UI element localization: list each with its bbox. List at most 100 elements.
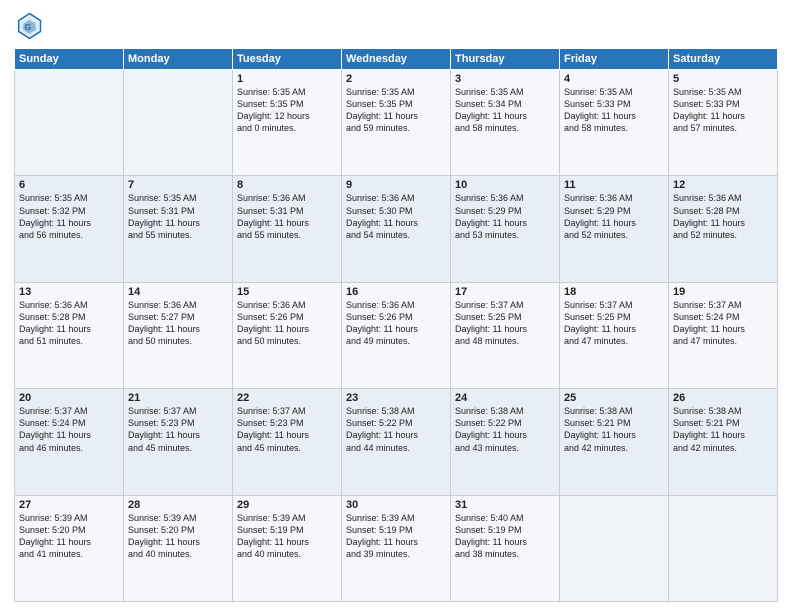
page: G SundayMondayTuesdayWednesdayThursdayFr… — [0, 0, 792, 612]
day-number: 3 — [455, 73, 555, 85]
day-number: 9 — [346, 179, 446, 191]
day-number: 31 — [455, 499, 555, 511]
day-number: 17 — [455, 286, 555, 298]
day-number: 18 — [564, 286, 664, 298]
day-number: 26 — [673, 392, 773, 404]
week-row-4: 20Sunrise: 5:37 AMSunset: 5:24 PMDayligh… — [15, 389, 778, 495]
calendar-cell: 8Sunrise: 5:36 AMSunset: 5:31 PMDaylight… — [233, 176, 342, 282]
calendar-cell: 4Sunrise: 5:35 AMSunset: 5:33 PMDaylight… — [560, 70, 669, 176]
calendar-cell: 21Sunrise: 5:37 AMSunset: 5:23 PMDayligh… — [124, 389, 233, 495]
cell-text: Sunrise: 5:39 AMSunset: 5:20 PMDaylight:… — [128, 512, 228, 561]
week-row-1: 1 Sunrise: 5:35 AMSunset: 5:35 PMDaylight… — [15, 70, 778, 176]
cell-text: Sunrise: 5:38 AMSunset: 5:22 PMDaylight:… — [346, 405, 446, 454]
cell-text: Sunrise: 5:38 AMSunset: 5:21 PMDaylight:… — [564, 405, 664, 454]
calendar-cell: 7Sunrise: 5:35 AMSunset: 5:31 PMDaylight… — [124, 176, 233, 282]
cell-text: Sunrise: 5:37 AMSunset: 5:25 PMDaylight:… — [455, 299, 555, 348]
calendar-cell: 18Sunrise: 5:37 AMSunset: 5:25 PMDayligh… — [560, 282, 669, 388]
logo: G — [14, 12, 46, 40]
day-number: 16 — [346, 286, 446, 298]
calendar-cell: 17Sunrise: 5:37 AMSunset: 5:25 PMDayligh… — [451, 282, 560, 388]
week-row-5: 27Sunrise: 5:39 AMSunset: 5:20 PMDayligh… — [15, 495, 778, 601]
header-day-saturday: Saturday — [669, 49, 778, 70]
cell-text: Sunrise: 5:37 AMSunset: 5:23 PMDaylight:… — [237, 405, 337, 454]
calendar-cell: 1Sunrise: 5:35 AMSunset: 5:35 PMDaylight… — [233, 70, 342, 176]
calendar-cell: 3Sunrise: 5:35 AMSunset: 5:34 PMDaylight… — [451, 70, 560, 176]
calendar-cell: 2Sunrise: 5:35 AMSunset: 5:35 PMDaylight… — [342, 70, 451, 176]
cell-text: Sunrise: 5:36 AMSunset: 5:31 PMDaylight:… — [237, 192, 337, 241]
week-row-3: 13Sunrise: 5:36 AMSunset: 5:28 PMDayligh… — [15, 282, 778, 388]
day-number: 30 — [346, 499, 446, 511]
calendar-cell: 9Sunrise: 5:36 AMSunset: 5:30 PMDaylight… — [342, 176, 451, 282]
day-number: 7 — [128, 179, 228, 191]
cell-text: Sunrise: 5:36 AMSunset: 5:27 PMDaylight:… — [128, 299, 228, 348]
calendar-cell: 23Sunrise: 5:38 AMSunset: 5:22 PMDayligh… — [342, 389, 451, 495]
day-number: 23 — [346, 392, 446, 404]
calendar-table: SundayMondayTuesdayWednesdayThursdayFrid… — [14, 48, 778, 602]
day-number: 25 — [564, 392, 664, 404]
cell-text: Sunrise: 5:37 AMSunset: 5:23 PMDaylight:… — [128, 405, 228, 454]
calendar-cell: 28Sunrise: 5:39 AMSunset: 5:20 PMDayligh… — [124, 495, 233, 601]
cell-text: Sunrise: 5:38 AMSunset: 5:21 PMDaylight:… — [673, 405, 773, 454]
calendar-cell: 24Sunrise: 5:38 AMSunset: 5:22 PMDayligh… — [451, 389, 560, 495]
header: G — [14, 12, 778, 40]
day-number: 15 — [237, 286, 337, 298]
calendar-cell: 13Sunrise: 5:36 AMSunset: 5:28 PMDayligh… — [15, 282, 124, 388]
cell-text: Sunrise: 5:35 AMSunset: 5:32 PMDaylight:… — [19, 192, 119, 241]
day-number: 28 — [128, 499, 228, 511]
calendar-cell: 5Sunrise: 5:35 AMSunset: 5:33 PMDaylight… — [669, 70, 778, 176]
calendar-cell — [560, 495, 669, 601]
cell-text: Sunrise: 5:35 AMSunset: 5:35 PMDaylight:… — [346, 86, 446, 135]
calendar-cell: 6Sunrise: 5:35 AMSunset: 5:32 PMDaylight… — [15, 176, 124, 282]
calendar-cell: 12Sunrise: 5:36 AMSunset: 5:28 PMDayligh… — [669, 176, 778, 282]
logo-icon: G — [14, 12, 42, 40]
day-number: 2 — [346, 73, 446, 85]
cell-text: Sunrise: 5:35 AMSunset: 5:33 PMDaylight:… — [564, 86, 664, 135]
calendar-cell: 29Sunrise: 5:39 AMSunset: 5:19 PMDayligh… — [233, 495, 342, 601]
calendar-cell — [15, 70, 124, 176]
calendar-cell: 15Sunrise: 5:36 AMSunset: 5:26 PMDayligh… — [233, 282, 342, 388]
header-row: SundayMondayTuesdayWednesdayThursdayFrid… — [15, 49, 778, 70]
header-day-friday: Friday — [560, 49, 669, 70]
day-number: 10 — [455, 179, 555, 191]
cell-text: Sunrise: 5:37 AMSunset: 5:24 PMDaylight:… — [673, 299, 773, 348]
calendar-cell: 11Sunrise: 5:36 AMSunset: 5:29 PMDayligh… — [560, 176, 669, 282]
day-number: 11 — [564, 179, 664, 191]
calendar-cell: 19Sunrise: 5:37 AMSunset: 5:24 PMDayligh… — [669, 282, 778, 388]
day-number: 4 — [564, 73, 664, 85]
calendar-cell: 14Sunrise: 5:36 AMSunset: 5:27 PMDayligh… — [124, 282, 233, 388]
calendar-cell — [669, 495, 778, 601]
header-day-tuesday: Tuesday — [233, 49, 342, 70]
cell-text: Sunrise: 5:37 AMSunset: 5:24 PMDaylight:… — [19, 405, 119, 454]
calendar-cell — [124, 70, 233, 176]
day-number: 13 — [19, 286, 119, 298]
day-number: 29 — [237, 499, 337, 511]
day-number: 14 — [128, 286, 228, 298]
cell-text: Sunrise: 5:36 AMSunset: 5:29 PMDaylight:… — [455, 192, 555, 241]
calendar-cell: 31Sunrise: 5:40 AMSunset: 5:19 PMDayligh… — [451, 495, 560, 601]
day-number: 12 — [673, 179, 773, 191]
cell-text: Sunrise: 5:36 AMSunset: 5:26 PMDaylight:… — [237, 299, 337, 348]
header-day-wednesday: Wednesday — [342, 49, 451, 70]
cell-text: Sunrise: 5:36 AMSunset: 5:29 PMDaylight:… — [564, 192, 664, 241]
cell-text: Sunrise: 5:39 AMSunset: 5:20 PMDaylight:… — [19, 512, 119, 561]
calendar-body: 1 Sunrise: 5:35 AMSunset: 5:35 PMDaylight… — [15, 70, 778, 602]
calendar-cell: 22Sunrise: 5:37 AMSunset: 5:23 PMDayligh… — [233, 389, 342, 495]
calendar-cell: 27Sunrise: 5:39 AMSunset: 5:20 PMDayligh… — [15, 495, 124, 601]
calendar-cell: 25Sunrise: 5:38 AMSunset: 5:21 PMDayligh… — [560, 389, 669, 495]
day-number: 27 — [19, 499, 119, 511]
cell-text: Sunrise: 5:35 AMSunset: 5:34 PMDaylight:… — [455, 86, 555, 135]
header-day-monday: Monday — [124, 49, 233, 70]
cell-text: Sunrise: 5:38 AMSunset: 5:22 PMDaylight:… — [455, 405, 555, 454]
day-number: 20 — [19, 392, 119, 404]
cell-text: Sunrise: 5:39 AMSunset: 5:19 PMDaylight:… — [346, 512, 446, 561]
calendar-cell: 26Sunrise: 5:38 AMSunset: 5:21 PMDayligh… — [669, 389, 778, 495]
header-day-sunday: Sunday — [15, 49, 124, 70]
cell-text: Sunrise: 5:35 AMSunset: 5:33 PMDaylight:… — [673, 86, 773, 135]
cell-text: Sunrise: 5:40 AMSunset: 5:19 PMDaylight:… — [455, 512, 555, 561]
calendar-header: SundayMondayTuesdayWednesdayThursdayFrid… — [15, 49, 778, 70]
day-number: 1 — [237, 73, 337, 85]
calendar-cell: 30Sunrise: 5:39 AMSunset: 5:19 PMDayligh… — [342, 495, 451, 601]
day-number: 6 — [19, 179, 119, 191]
day-number: 8 — [237, 179, 337, 191]
day-number: 19 — [673, 286, 773, 298]
